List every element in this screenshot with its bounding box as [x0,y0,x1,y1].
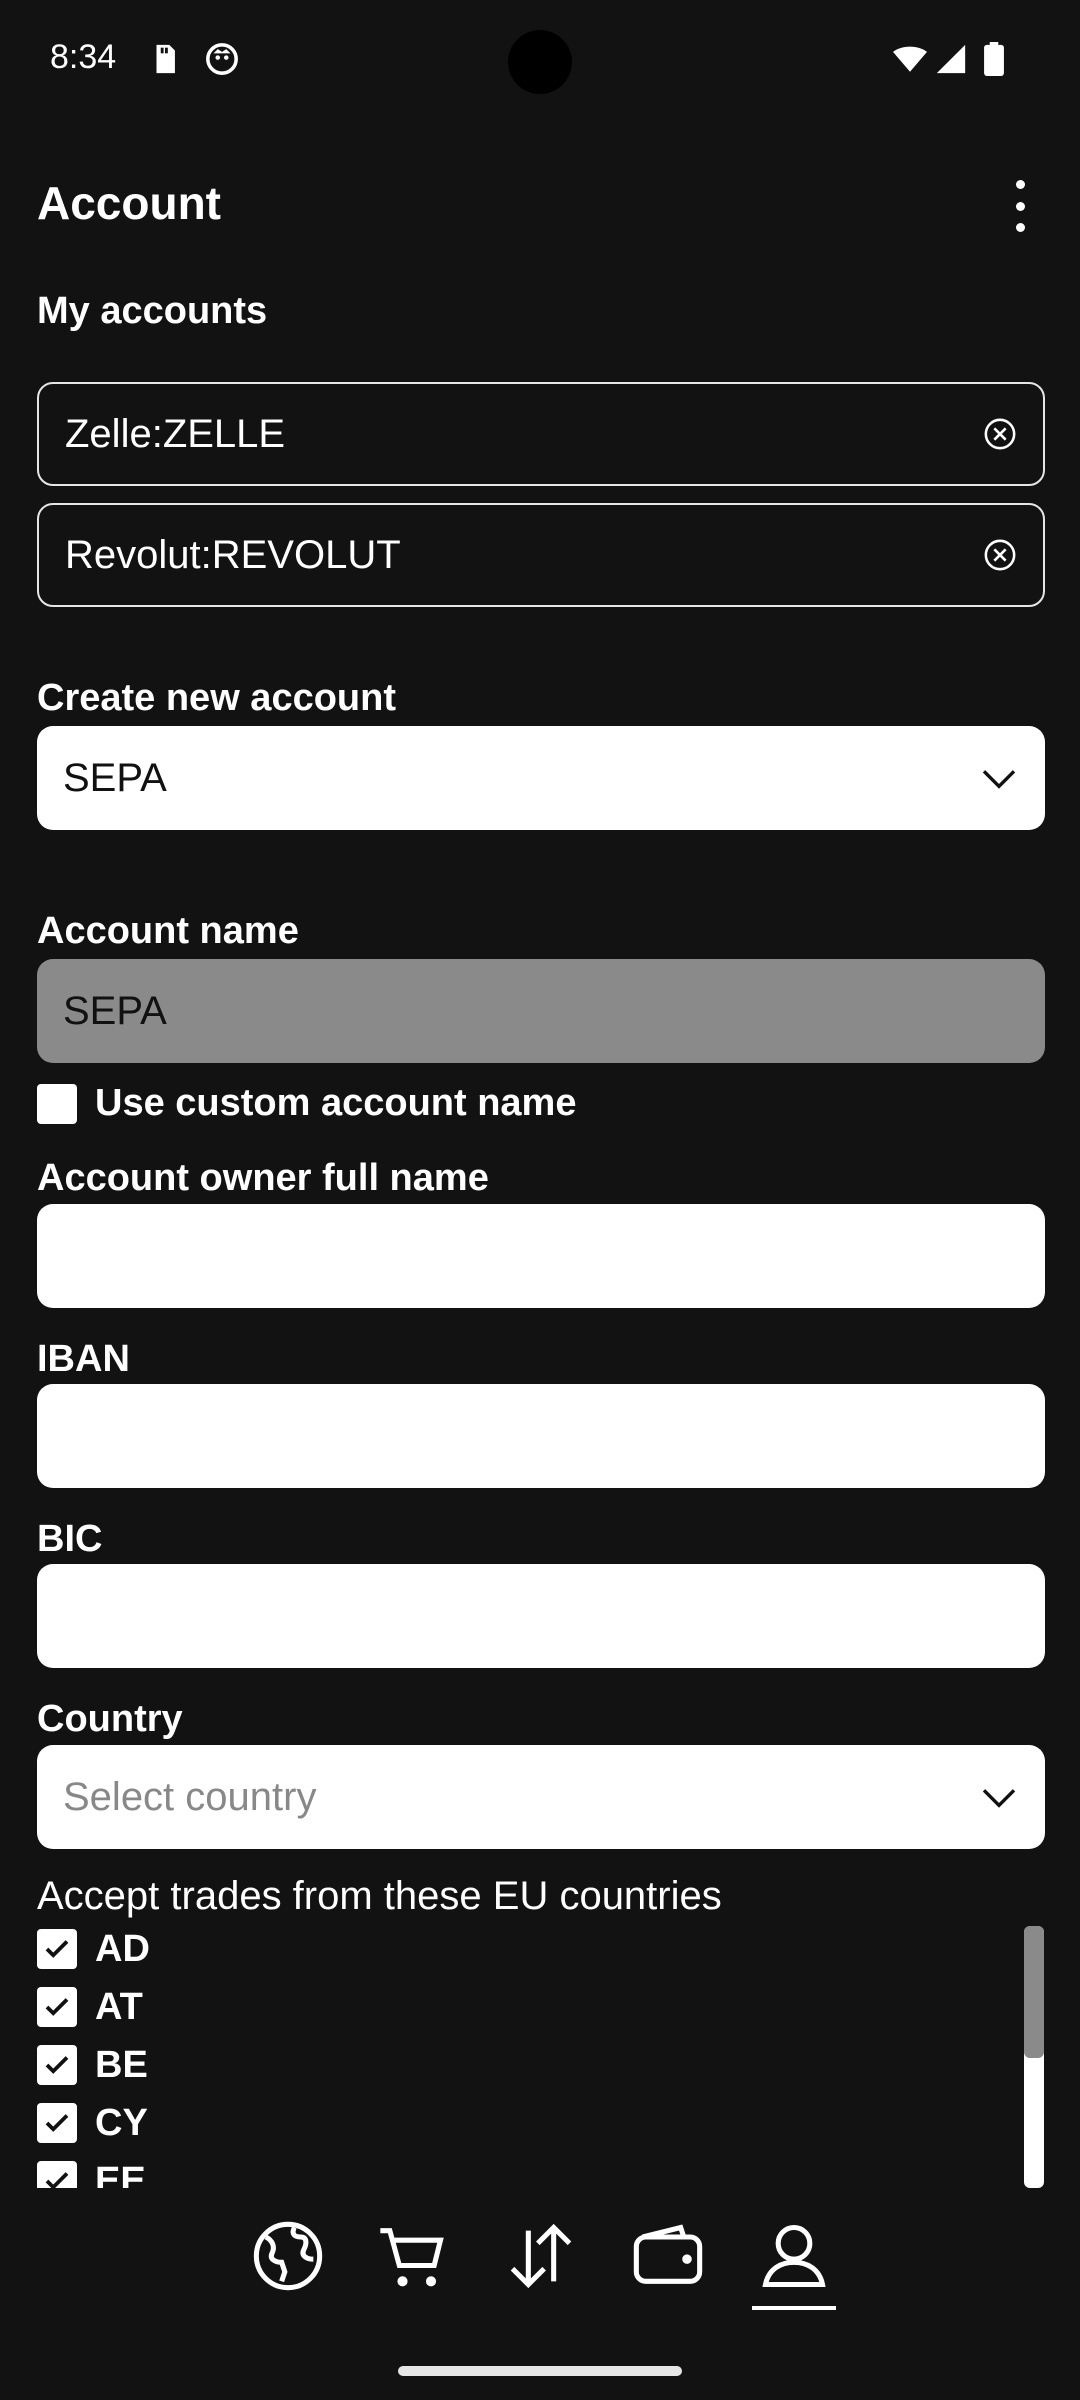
iban-label: IBAN [37,1338,130,1380]
my-accounts-label: My accounts [37,290,268,332]
chevron-down-icon [982,1789,1016,1808]
owner-name-input[interactable] [63,1232,1019,1280]
check-icon [45,1998,69,2016]
clear-icon[interactable] [983,417,1017,451]
owner-name-field[interactable] [37,1204,1045,1308]
active-tab-indicator [752,2306,836,2310]
country-placeholder: Select country [63,1774,317,1819]
country-code: BE [95,2043,148,2086]
checked-checkbox[interactable] [37,2103,77,2143]
transfer-icon[interactable] [503,2218,579,2294]
bic-label: BIC [37,1518,103,1560]
accepted-countries-list[interactable]: AD AT BE CY EE [37,1920,1017,2188]
account-chip[interactable]: Revolut:REVOLUT [37,503,1045,607]
country-select[interactable]: Select country [37,1745,1045,1849]
country-checkbox-row[interactable]: AT [37,1978,1017,2036]
sd-card-icon [156,44,175,74]
camera-cutout [508,30,572,94]
more-options-icon[interactable] [1000,180,1040,232]
profile-icon[interactable] [756,2218,832,2294]
bic-input[interactable] [63,1592,1019,1640]
custom-name-label: Use custom account name [95,1082,577,1124]
bic-field[interactable] [37,1564,1045,1668]
account-chip-label: Revolut:REVOLUT [65,532,401,577]
country-code: AD [95,1927,150,1970]
account-name-label: Account name [37,910,299,952]
account-type-value: SEPA [63,755,167,800]
country-checkbox-row[interactable]: CY [37,2094,1017,2152]
iban-input[interactable] [63,1412,1019,1460]
checked-checkbox[interactable] [37,1929,77,1969]
signal-icon [936,44,966,74]
checked-checkbox[interactable] [37,2161,77,2188]
check-icon [45,1940,69,1958]
account-chip-label: Zelle:ZELLE [65,411,286,456]
cart-icon[interactable] [374,2218,450,2294]
account-name-field: SEPA [37,959,1045,1063]
scrollbar-thumb[interactable] [1024,1926,1044,2058]
checked-checkbox[interactable] [37,1987,77,2027]
country-checkbox-row[interactable]: BE [37,2036,1017,2094]
country-label: Country [37,1698,183,1740]
globe-icon[interactable] [250,2218,326,2294]
status-time: 8:34 [50,38,117,76]
owner-name-label: Account owner full name [37,1157,489,1199]
create-account-label: Create new account [37,677,396,719]
checked-checkbox[interactable] [37,2045,77,2085]
account-type-select[interactable]: SEPA [37,726,1045,830]
clear-icon[interactable] [983,538,1017,572]
iban-field[interactable] [37,1384,1045,1488]
home-indicator[interactable] [398,2366,682,2376]
country-code: CY [95,2101,148,2144]
country-code: AT [95,1985,143,2028]
app-notification-icon [206,43,238,75]
chevron-down-icon [982,770,1016,789]
accept-countries-label: Accept trades from these EU countries [37,1874,722,1918]
custom-name-checkbox-row[interactable]: Use custom account name [37,1082,576,1125]
wifi-icon [893,46,927,72]
page-title: Account [37,177,221,229]
check-icon [45,2172,69,2188]
check-icon [45,2056,69,2074]
country-checkbox-row[interactable]: EE [37,2152,1017,2188]
country-checkbox-row[interactable]: AD [37,1920,1017,1978]
custom-name-checkbox[interactable] [37,1083,77,1124]
account-name-value: SEPA [63,988,167,1033]
wallet-icon[interactable] [630,2218,706,2294]
country-code: EE [95,2159,146,2189]
account-chip[interactable]: Zelle:ZELLE [37,382,1045,486]
check-icon [45,2114,69,2132]
battery-icon [984,42,1004,76]
